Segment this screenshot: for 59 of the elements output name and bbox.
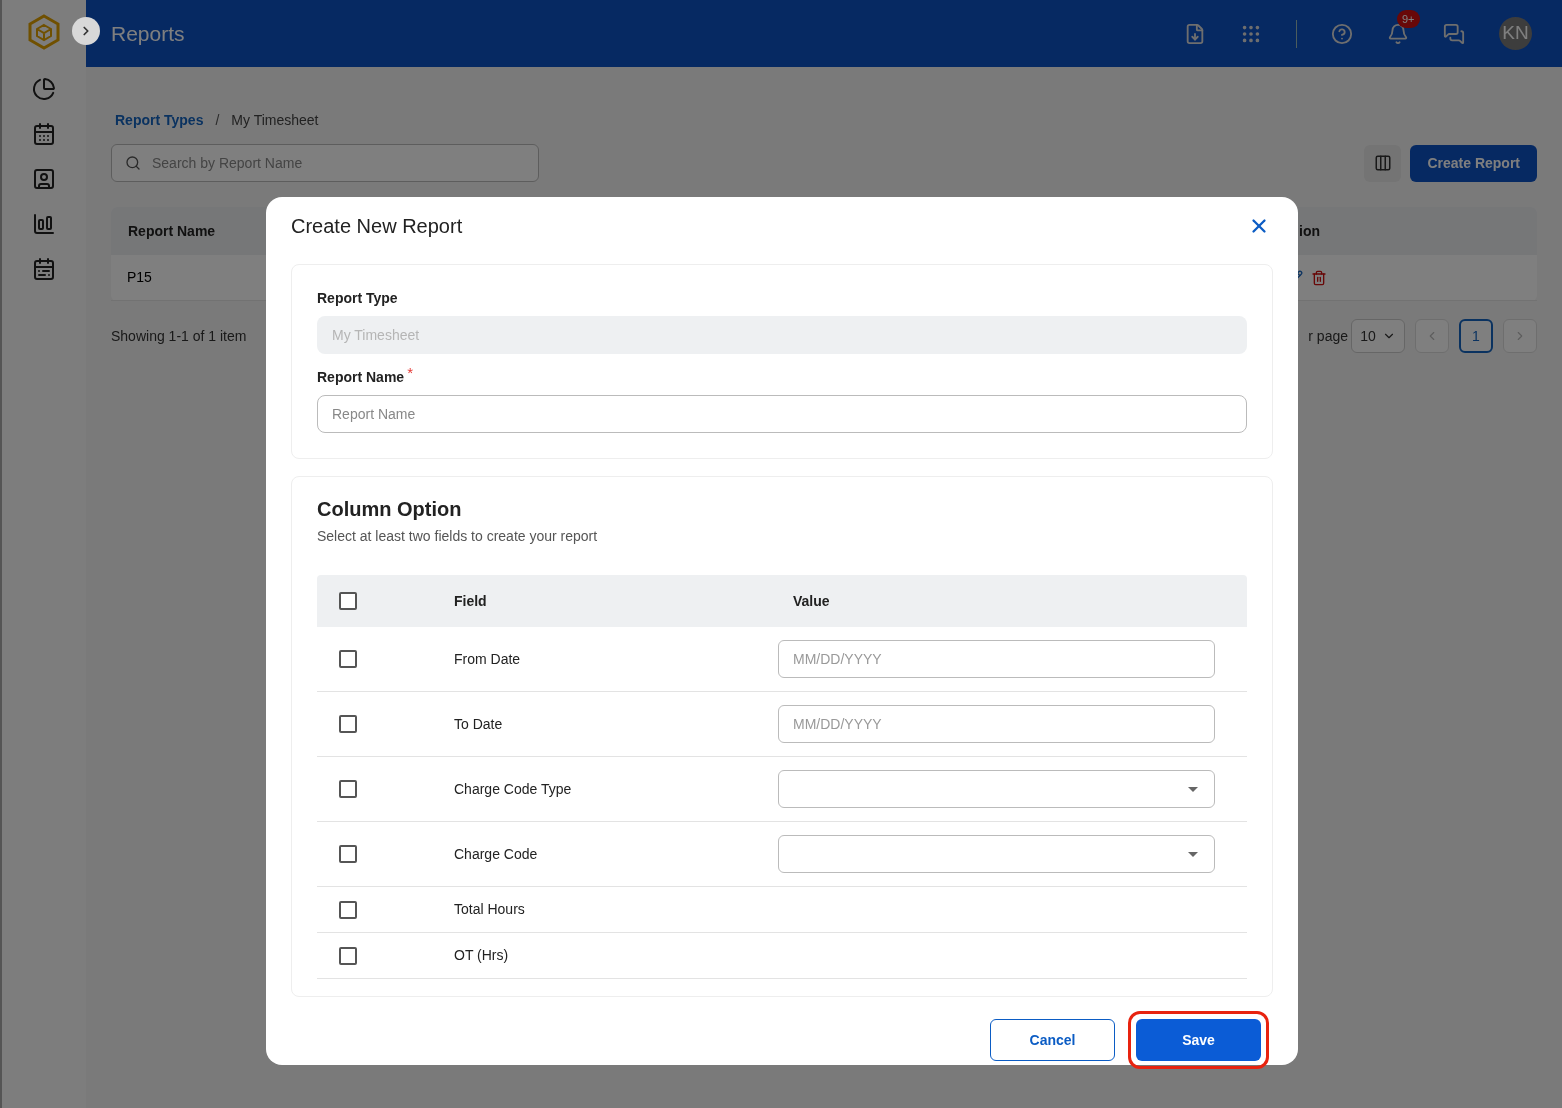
create-report-button[interactable]: Create Report (1410, 144, 1537, 182)
column-toggle-button[interactable] (1364, 144, 1402, 182)
field-label: Report Name (317, 368, 405, 387)
user-avatar[interactable]: KN (1499, 17, 1532, 50)
field-name: Charge Code Type (453, 779, 573, 799)
table-cell-text: P15 (127, 268, 152, 287)
breadcrumb-separator: / (215, 111, 220, 130)
dropdown-field[interactable] (778, 835, 1215, 873)
help-icon[interactable] (1331, 22, 1353, 45)
breadcrumb-current: My Timesheet (231, 111, 319, 130)
delete-icon[interactable] (1311, 269, 1327, 286)
checkbox[interactable] (339, 592, 357, 610)
checkbox[interactable] (339, 946, 357, 965)
cancel-button[interactable]: Cancel (990, 1019, 1115, 1061)
checkbox[interactable] (339, 715, 357, 733)
chat-icon[interactable] (1443, 22, 1465, 45)
save-button[interactable]: Save (1136, 1019, 1261, 1061)
notification-bell-icon[interactable] (1387, 22, 1409, 45)
section-title: Column Option (317, 497, 463, 522)
field-name: OT (Hrs) (453, 946, 510, 965)
field-name: From Date (453, 649, 522, 669)
checkbox[interactable] (339, 650, 357, 668)
calendar-icon[interactable] (32, 122, 56, 146)
breadcrumb-link[interactable]: Report Types (115, 110, 204, 131)
dropdown-field[interactable] (778, 770, 1215, 808)
columns-icon (1373, 154, 1392, 172)
per-page-label: r page (1308, 326, 1348, 346)
column-header: Field (453, 591, 488, 611)
user-card-icon[interactable] (32, 167, 56, 191)
column-header: Value (792, 591, 830, 611)
field-label: Report Type (317, 289, 399, 308)
field-name: Charge Code (453, 844, 539, 864)
bar-chart-icon[interactable] (32, 212, 56, 236)
report-name-field[interactable]: Report Name (317, 395, 1247, 433)
required-mark: * (407, 367, 413, 379)
dropdown-arrow-icon (1188, 851, 1198, 857)
checkbox[interactable] (339, 845, 357, 863)
logo-icon (27, 14, 61, 50)
checkbox[interactable] (339, 900, 357, 919)
search-field[interactable]: Search by Report Name (111, 144, 539, 182)
dialog-title: Create New Report (291, 214, 463, 239)
page-button[interactable]: 1 (1459, 319, 1493, 353)
pie-chart-icon[interactable] (32, 77, 56, 101)
column-header: ion (1299, 221, 1320, 241)
dropdown-arrow-icon (1188, 786, 1198, 792)
checkbox[interactable] (339, 780, 357, 798)
notification-badge: 9+ (1397, 9, 1420, 28)
file-download-icon[interactable] (1184, 22, 1206, 45)
column-header: Report Name (128, 221, 216, 241)
section-subtitle: Select at least two fields to create your report (317, 527, 599, 546)
date-field[interactable]: MM/DD/YYYY (778, 705, 1215, 743)
date-field[interactable]: MM/DD/YYYY (778, 640, 1215, 678)
per-page-select[interactable]: 10 (1351, 319, 1405, 353)
search-icon (125, 155, 141, 171)
results-summary: Showing 1-1 of 1 item (111, 326, 247, 346)
field-name: To Date (453, 714, 504, 734)
calendar-list-icon[interactable] (32, 257, 56, 281)
page-title: Reports (111, 20, 185, 47)
field-name: Total Hours (453, 900, 526, 919)
